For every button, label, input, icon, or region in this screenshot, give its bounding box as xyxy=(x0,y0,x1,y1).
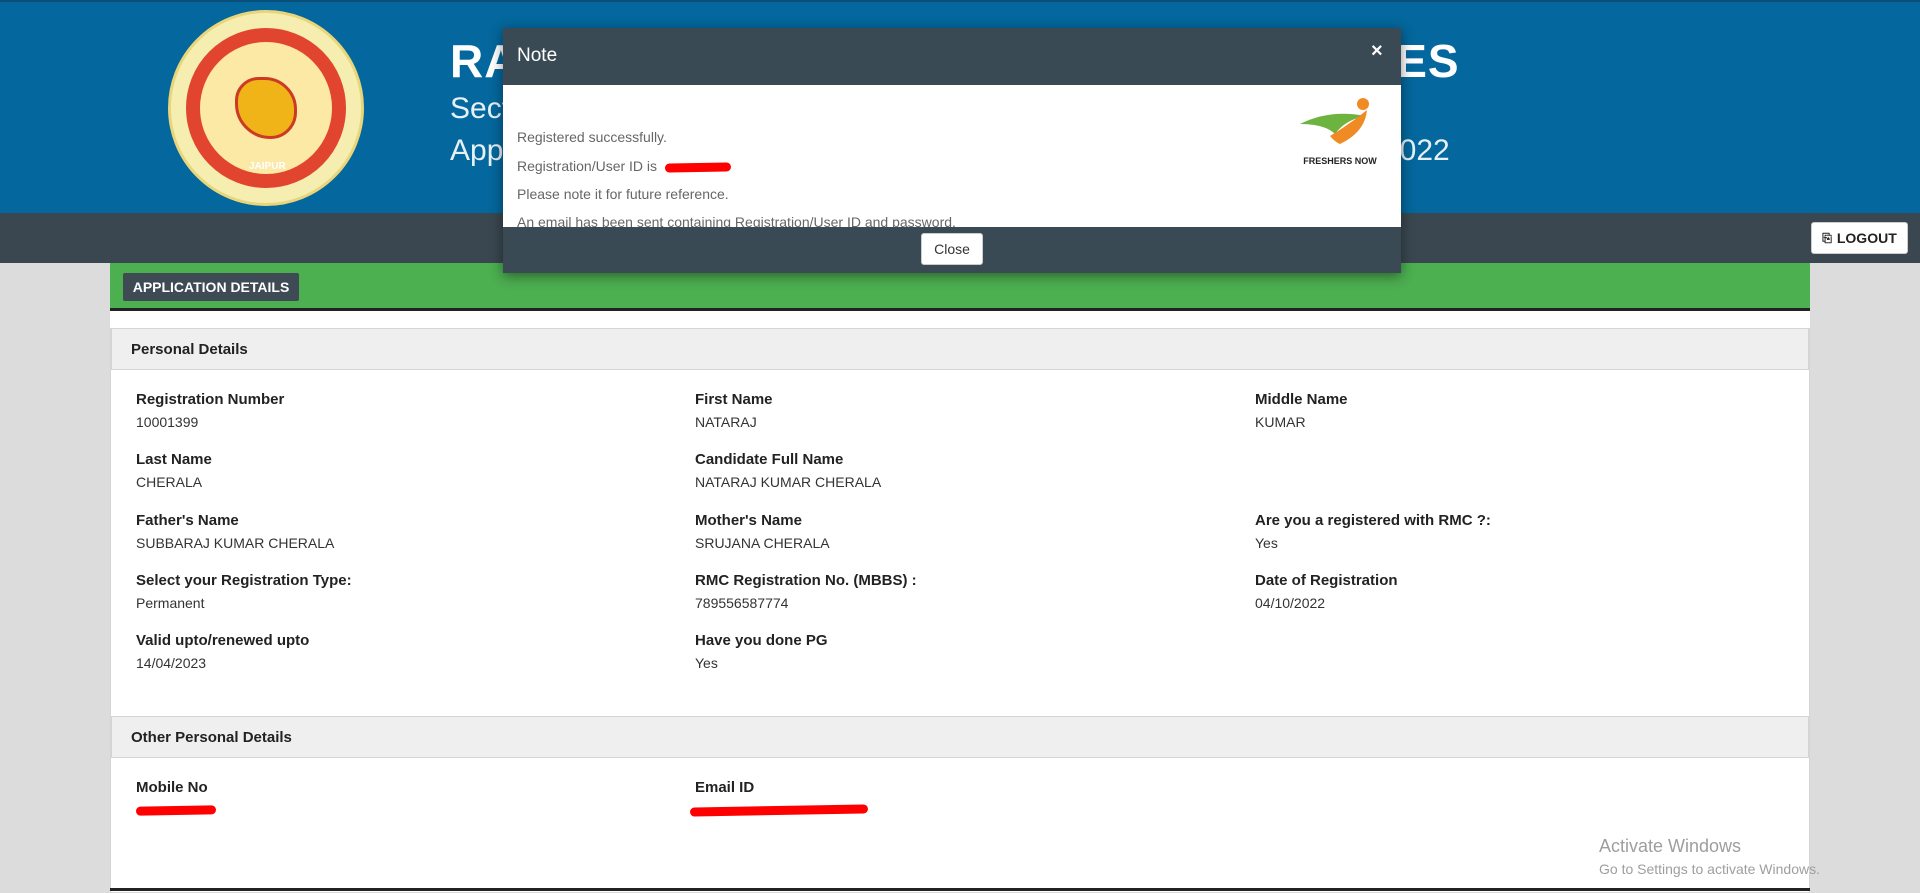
modal-header: Note × xyxy=(503,28,1401,85)
partner-logo-text: FRESHERS NOW xyxy=(1303,156,1377,166)
field-label: Middle Name xyxy=(1255,391,1348,408)
field-value: KUMAR xyxy=(1255,414,1306,430)
content-bottom-border xyxy=(110,888,1810,891)
modal-title: Note xyxy=(517,45,558,66)
logout-icon: ⎘ xyxy=(1822,230,1832,245)
field-email-id: Email ID xyxy=(689,779,869,818)
modal-message-3: Please note it for future reference. xyxy=(517,186,729,202)
field-mothers-name: Mother's Name SRUJANA CHERALA xyxy=(695,512,830,551)
field-middle-name: Middle Name KUMAR xyxy=(1255,391,1348,430)
university-logo: JAIPUR xyxy=(168,10,364,206)
field-value: SRUJANA CHERALA xyxy=(695,535,830,551)
watermark-title: Activate Windows xyxy=(1599,836,1742,856)
header-top-border xyxy=(0,0,1920,2)
field-rmc-registered: Are you a registered with RMC ?: Yes xyxy=(1255,512,1491,551)
note-modal: Note × Registered successfully. Registra… xyxy=(503,28,1401,273)
field-registration-type: Select your Registration Type: Permanent xyxy=(136,572,352,611)
field-value xyxy=(689,802,869,818)
redaction-mark xyxy=(135,805,217,816)
field-value: NATARAJ KUMAR CHERALA xyxy=(695,474,882,490)
windows-activation-watermark: Activate Windows Go to Settings to activ… xyxy=(1599,836,1820,877)
field-label: Last Name xyxy=(136,451,212,468)
field-label: Are you a registered with RMC ?: xyxy=(1255,512,1491,529)
header-subtitle-2-left: App xyxy=(450,134,504,167)
header-subtitle-1: Sect xyxy=(450,92,511,125)
field-first-name: First Name NATARAJ xyxy=(695,391,773,430)
freshers-now-swoosh-icon xyxy=(1300,98,1369,144)
close-icon[interactable]: × xyxy=(1371,40,1383,63)
field-candidate-full-name: Candidate Full Name NATARAJ KUMAR CHERAL… xyxy=(695,451,881,490)
field-value: Yes xyxy=(1255,535,1278,551)
logout-button[interactable]: ⎘ LOGOUT xyxy=(1811,222,1908,254)
field-fathers-name: Father's Name SUBBARAJ KUMAR CHERALA xyxy=(136,512,334,551)
field-label: Father's Name xyxy=(136,512,239,529)
watermark-subtitle: Go to Settings to activate Windows. xyxy=(1599,861,1820,877)
field-label: Valid upto/renewed upto xyxy=(136,632,310,649)
field-value xyxy=(135,802,217,818)
logo-emblem-icon xyxy=(235,77,297,139)
application-details-button[interactable]: APPLICATION DETAILS xyxy=(123,273,299,301)
field-label: Select your Registration Type: xyxy=(136,572,352,589)
field-rmc-registration-no: RMC Registration No. (MBBS) : 7895565877… xyxy=(695,572,917,611)
field-value: CHERALA xyxy=(136,474,203,490)
field-value: 10001399 xyxy=(136,414,199,430)
field-label: Mother's Name xyxy=(695,512,802,529)
modal-message-2-text: Registration/User ID is xyxy=(517,158,658,174)
field-value: 14/04/2023 xyxy=(136,655,207,671)
field-value: NATARAJ xyxy=(695,414,757,430)
redaction-mark xyxy=(689,804,869,817)
field-label: First Name xyxy=(695,391,773,408)
field-last-name: Last Name CHERALA xyxy=(136,451,212,490)
field-value: Permanent xyxy=(136,595,205,611)
field-label: Candidate Full Name xyxy=(695,451,844,468)
field-value: SUBBARAJ KUMAR CHERALA xyxy=(136,535,335,551)
field-value: Yes xyxy=(695,655,718,671)
field-label: Email ID xyxy=(695,779,755,796)
modal-message-2: Registration/User ID is xyxy=(517,158,732,174)
redaction-mark xyxy=(664,162,732,173)
field-label: Mobile No xyxy=(136,779,208,796)
field-value: 789556587774 xyxy=(695,595,789,611)
freshers-now-logo: FRESHERS NOW xyxy=(1295,94,1385,174)
modal-message-1: Registered successfully. xyxy=(517,129,667,145)
field-date-of-registration: Date of Registration 04/10/2022 xyxy=(1255,572,1398,611)
field-label: Have you done PG xyxy=(695,632,828,649)
field-registration-number: Registration Number 10001399 xyxy=(136,391,284,430)
logo-city-text: JAIPUR xyxy=(249,161,286,172)
close-button[interactable]: Close xyxy=(921,233,983,265)
modal-body: Registered successfully. Registration/Us… xyxy=(503,85,1401,230)
field-label: Date of Registration xyxy=(1255,572,1398,589)
field-label: Registration Number xyxy=(136,391,285,408)
details-panel xyxy=(110,328,1810,893)
personal-details-heading: Personal Details xyxy=(111,328,1809,370)
field-valid-upto: Valid upto/renewed upto 14/04/2023 xyxy=(136,632,309,671)
modal-footer: Close xyxy=(503,227,1401,273)
field-mobile-no: Mobile No xyxy=(135,779,217,818)
other-personal-details-heading: Other Personal Details xyxy=(111,716,1809,758)
field-label: RMC Registration No. (MBBS) : xyxy=(695,572,917,589)
field-done-pg: Have you done PG Yes xyxy=(695,632,828,671)
logout-label: LOGOUT xyxy=(1836,230,1897,246)
field-value: 04/10/2022 xyxy=(1255,595,1326,611)
